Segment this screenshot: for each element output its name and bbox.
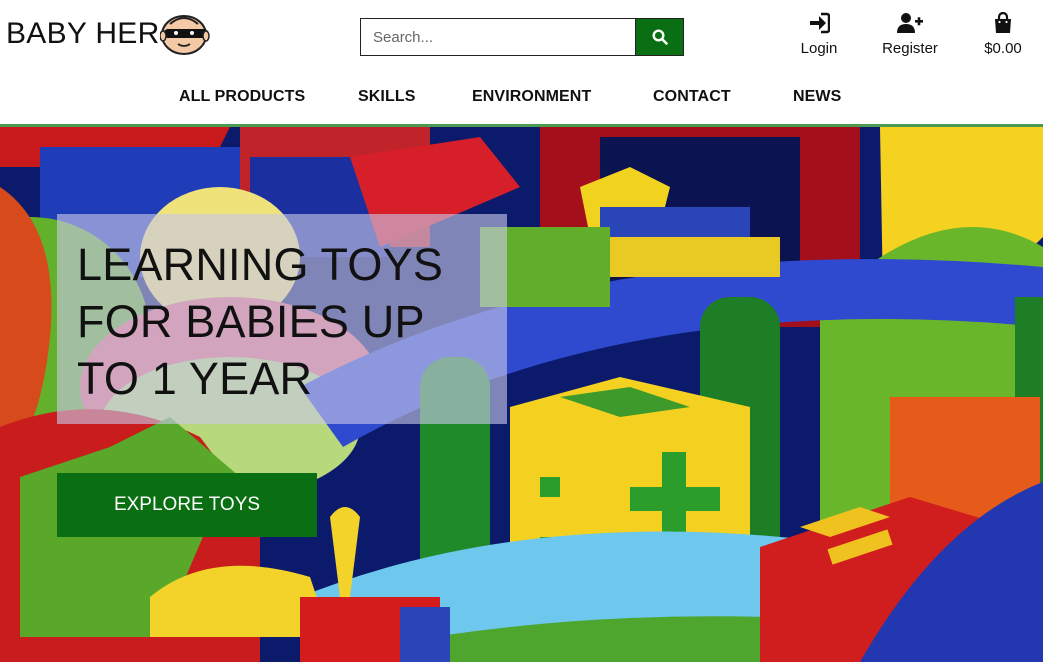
explore-toys-button[interactable]: EXPLORE TOYS [57,473,317,537]
register-label: Register [882,40,938,57]
hero-title: LEARNING TOYS FOR BABIES UP TO 1 YEAR [77,239,444,404]
bag-total: $0.00 [984,40,1022,57]
search-input[interactable] [360,18,635,56]
main-nav: ALL PRODUCTS SKILLS ENVIRONMENT CONTACT … [0,76,1043,124]
hero-banner: LEARNING TOYS FOR BABIES UP TO 1 YEAR EX… [0,127,1043,662]
brand-logo[interactable]: BABY HER [6,12,212,56]
baby-hero-mask-face-icon [159,15,210,55]
sign-in-icon [810,12,830,34]
search-form [360,18,684,56]
nav-item-news[interactable]: NEWS [793,88,841,106]
site-header: BABY HER Login [0,0,1043,76]
search-icon [651,29,668,45]
nav-item-all-products[interactable]: ALL PRODUCTS [179,88,305,106]
register-link[interactable]: Register [878,12,942,57]
nav-item-contact[interactable]: CONTACT [653,88,731,106]
login-label: Login [800,40,838,57]
shopping-bag-link[interactable]: $0.00 [980,12,1026,57]
nav-item-environment[interactable]: ENVIRONMENT [472,88,591,106]
shopping-bag-icon [995,12,1011,33]
user-plus-icon [897,13,923,33]
brand-name: BABY HER [6,17,160,50]
login-link[interactable]: Login [798,12,840,57]
hero-text-box: LEARNING TOYS FOR BABIES UP TO 1 YEAR [57,214,507,424]
search-button[interactable] [635,18,684,56]
nav-item-skills[interactable]: SKILLS [358,88,416,106]
